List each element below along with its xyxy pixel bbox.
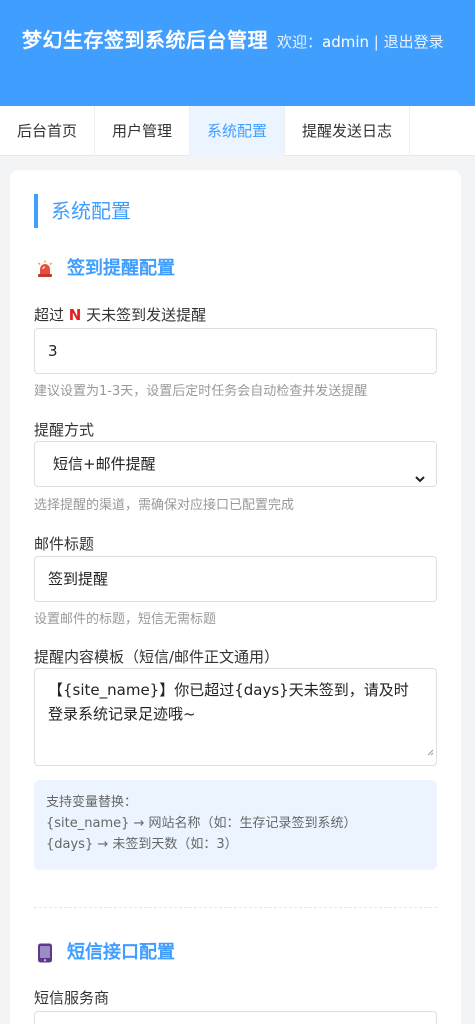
template-value: 【{site_name}】你已超过{days}天未签到，请及时登录系统记录足迹哦…	[48, 681, 409, 723]
username: admin	[322, 33, 370, 51]
section-divider	[34, 907, 437, 908]
chevron-down-icon	[414, 458, 426, 502]
template-label: 提醒内容模板（短信/邮件正文通用）	[34, 648, 280, 666]
subject-input[interactable]: 签到提醒	[34, 556, 437, 602]
separator: |	[369, 33, 384, 51]
sms-provider-select[interactable]	[34, 1011, 437, 1024]
method-hint: 选择提醒的渠道，需确保对应接口已配置完成	[34, 498, 295, 513]
resize-handle-icon[interactable]	[426, 739, 434, 763]
template-textarea[interactable]: 【{site_name}】你已超过{days}天未签到，请及时登录系统记录足迹哦…	[34, 668, 437, 766]
tab-reminder-log[interactable]: 提醒发送日志	[285, 106, 411, 156]
variable-days: {days} → 未签到天数（如：3）	[46, 837, 238, 852]
days-label-prefix: 超过	[34, 306, 65, 324]
app-header: 梦幻生存签到系统后台管理 欢迎：admin | 退出登录	[0, 0, 475, 106]
logout-link[interactable]: 退出登录	[384, 33, 444, 51]
tab-system-config[interactable]: 系统配置	[190, 106, 286, 156]
variables-info: 支持变量替换： {site_name} → 网站名称（如：生存记录签到系统） {…	[34, 780, 437, 870]
user-info: 欢迎：admin | 退出登录	[277, 29, 457, 55]
method-select-value: 短信+邮件提醒	[53, 455, 156, 473]
subject-label: 邮件标题	[34, 535, 95, 553]
sms-config-label: 短信接口配置	[67, 942, 175, 963]
method-select[interactable]: 短信+邮件提醒	[34, 441, 437, 487]
config-card: 系统配置 签到提醒配置 超过 N 天未签到发送提醒 3 建议设置为1-3天，设置…	[10, 170, 461, 1024]
app-title: 梦幻生存签到系统后台管理	[22, 28, 268, 52]
reminder-config-title: 签到提醒配置	[34, 256, 175, 282]
days-input[interactable]: 3	[34, 328, 437, 374]
sms-provider-label: 短信服务商	[34, 989, 110, 1007]
days-hint: 建议设置为1-3天，设置后定时任务会自动检查并发送提醒	[34, 384, 368, 399]
welcome-text: 欢迎：	[277, 33, 323, 51]
method-label: 提醒方式	[34, 421, 95, 439]
reminder-config-label: 签到提醒配置	[67, 258, 175, 279]
days-label-n: N	[68, 306, 82, 324]
variable-site-name: {site_name} → 网站名称（如：生存记录签到系统）	[46, 816, 357, 831]
days-label-suffix: 天未签到发送提醒	[86, 306, 207, 324]
siren-icon	[34, 260, 56, 278]
main-nav: 后台首页 用户管理 系统配置 提醒发送日志	[0, 106, 475, 156]
variables-title: 支持变量替换：	[46, 795, 138, 810]
phone-icon	[34, 943, 56, 963]
subject-hint: 设置邮件的标题，短信无需标题	[34, 612, 217, 627]
section-title: 系统配置	[34, 194, 131, 228]
tab-dashboard[interactable]: 后台首页	[0, 106, 96, 156]
tab-user-management[interactable]: 用户管理	[95, 106, 191, 156]
days-label: 超过 N 天未签到发送提醒	[34, 305, 206, 325]
sms-config-title: 短信接口配置	[34, 940, 175, 966]
